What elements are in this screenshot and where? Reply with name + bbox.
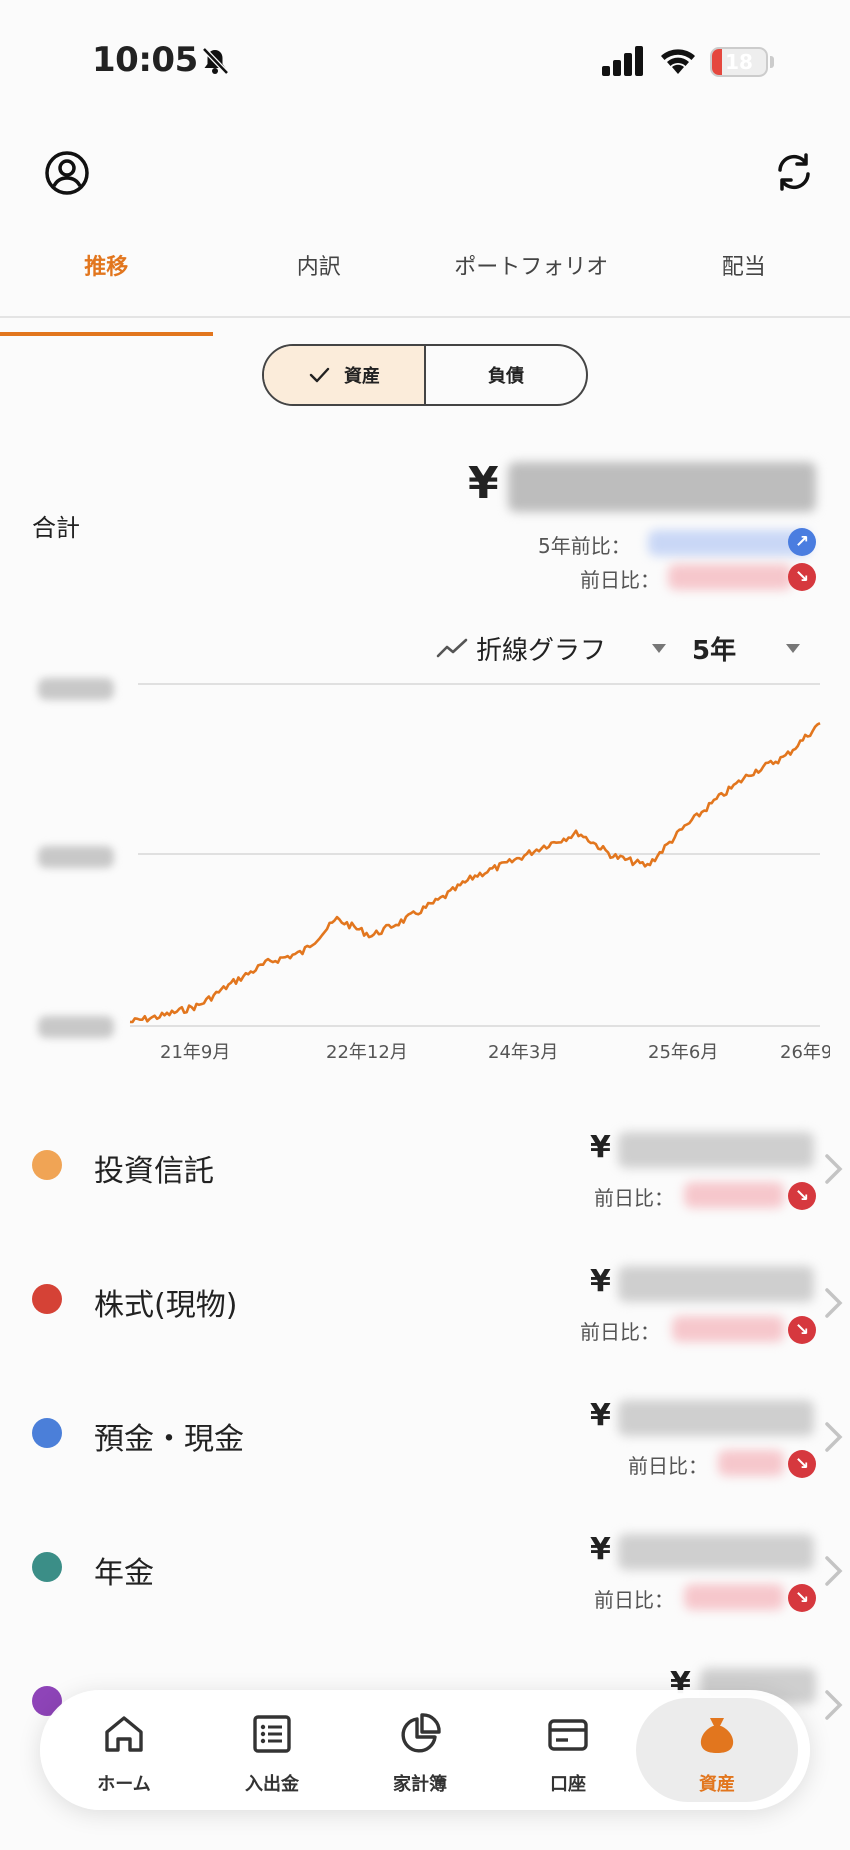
y-axis-bottom-label-hidden (38, 1016, 114, 1038)
battery-level-text: 18 (725, 50, 753, 74)
nav-accounts[interactable]: 口座 (494, 1690, 642, 1810)
range-dropdown[interactable]: 5年 (692, 630, 736, 667)
x-tick-label: 24年3月 (488, 1042, 558, 1063)
category-day-compare-label: 前日比： (580, 1320, 660, 1344)
card-icon (548, 1719, 588, 1751)
status-bar: 10:05 18 (0, 0, 850, 120)
signal-icon (602, 46, 643, 76)
chevron-right-icon (825, 1690, 843, 1720)
arrow-down-right-icon: ↘ (788, 1316, 816, 1344)
category-row-investment-trust[interactable]: 投資信託 ¥ 前日比： ↘ (0, 1110, 850, 1230)
chevron-right-icon (825, 1154, 843, 1184)
wifi-icon (661, 49, 695, 74)
nav-home-label: ホーム (97, 1774, 151, 1795)
check-icon (309, 367, 330, 383)
category-color-dot (32, 1150, 62, 1180)
status-time: 10:05 (92, 40, 198, 80)
list-icon (253, 1715, 291, 1753)
line-chart-icon (436, 638, 468, 658)
category-color-dot (32, 1284, 62, 1314)
battery-nub (770, 56, 774, 68)
nav-transactions-label: 入出金 (245, 1774, 299, 1795)
nav-home[interactable]: ホーム (50, 1690, 198, 1810)
category-amount-hidden (618, 1400, 814, 1436)
category-day-compare-hidden (672, 1316, 784, 1342)
category-row-deposits-cash[interactable]: 預金・現金 ¥ 前日比： ↘ (0, 1378, 850, 1498)
x-tick-label: 25年6月 (648, 1042, 718, 1063)
category-day-compare-hidden (684, 1182, 784, 1208)
battery-indicator: 18 (710, 47, 768, 77)
arrow-down-right-icon: ↘ (788, 1450, 816, 1478)
x-tick-label: 22年12月 (326, 1042, 408, 1063)
category-currency: ¥ (590, 1130, 611, 1165)
x-tick-label: 21年9月 (160, 1042, 230, 1063)
category-currency: ¥ (590, 1398, 611, 1433)
x-tick-label: 26年9月 (780, 1042, 830, 1063)
refresh-icon[interactable] (772, 150, 816, 194)
category-color-dot (32, 1552, 62, 1582)
category-day-compare-hidden (718, 1450, 784, 1476)
category-row-stocks[interactable]: 株式(現物) ¥ 前日比： ↘ (0, 1244, 850, 1364)
pie-chart-icon (401, 1713, 441, 1753)
category-amount-hidden (618, 1266, 814, 1302)
tab-bar: 推移 内訳 ポートフォリオ 配当 (0, 240, 850, 336)
bell-muted-icon (202, 47, 229, 75)
arrow-down-right-icon: ↘ (788, 1584, 816, 1612)
chart-type-dropdown[interactable]: 折線グラフ (476, 630, 606, 667)
nav-assets[interactable]: 資産 (636, 1698, 798, 1802)
category-name: 株式(現物) (94, 1288, 238, 1323)
home-icon (105, 1716, 143, 1752)
category-color-dot (32, 1418, 62, 1448)
category-name: 投資信託 (94, 1154, 214, 1189)
bottom-navigation: ホーム 入出金 家計簿 口座 資産 (40, 1690, 810, 1810)
nav-accounts-label: 口座 (550, 1774, 586, 1795)
asset-trend-line (129, 722, 821, 1024)
chevron-right-icon (825, 1422, 843, 1452)
range-caret-icon[interactable] (786, 644, 800, 653)
category-name: 預金・現金 (94, 1422, 244, 1457)
arrow-down-right-icon: ↘ (788, 1182, 816, 1210)
category-amount-hidden (618, 1132, 814, 1168)
category-day-compare-label: 前日比： (594, 1588, 674, 1612)
category-name: 年金 (94, 1556, 154, 1591)
category-row-pension[interactable]: 年金 ¥ 前日比： ↘ (0, 1512, 850, 1632)
day-compare-label: 前日比： (580, 568, 660, 592)
asset-trend-chart: 21年9月 22年12月 24年3月 25年6月 26年9月 (38, 678, 830, 1063)
tab-portfolio[interactable]: ポートフォリオ (425, 240, 638, 316)
total-currency: ¥ (468, 458, 499, 509)
segment-assets[interactable]: 資産 (264, 346, 426, 404)
nav-transactions[interactable]: 入出金 (198, 1690, 346, 1810)
tab-breakdown[interactable]: 内訳 (213, 240, 426, 316)
five-year-compare-value-hidden (648, 530, 810, 556)
asset-liability-toggle: 資産 負債 (262, 344, 588, 406)
segment-liabilities-label: 負債 (488, 366, 524, 387)
y-axis-mid-label-hidden (38, 846, 114, 868)
tab-dividend[interactable]: 配当 (638, 240, 850, 316)
chevron-right-icon (825, 1288, 843, 1318)
five-year-compare-label: 5年前比： (538, 534, 631, 558)
segment-assets-label: 資産 (344, 366, 380, 387)
money-bag-icon (700, 1718, 734, 1753)
tab-trend[interactable]: 推移 (0, 240, 213, 336)
category-day-compare-hidden (684, 1584, 784, 1610)
category-currency: ¥ (590, 1532, 611, 1567)
y-axis-top-label-hidden (38, 678, 114, 700)
nav-household-label: 家計簿 (393, 1774, 447, 1795)
nav-assets-label: 資産 (699, 1774, 735, 1795)
profile-icon[interactable] (44, 150, 90, 196)
total-label: 合計 (32, 514, 80, 542)
category-day-compare-label: 前日比： (594, 1186, 674, 1210)
segment-liabilities[interactable]: 負債 (426, 346, 586, 404)
category-currency: ¥ (590, 1264, 611, 1299)
nav-household[interactable]: 家計簿 (346, 1690, 494, 1810)
category-amount-hidden (618, 1534, 814, 1570)
total-amount-hidden (508, 462, 816, 512)
arrow-up-right-icon: ↗ (788, 528, 816, 556)
chevron-right-icon (825, 1556, 843, 1586)
arrow-down-right-icon: ↘ (788, 563, 816, 591)
chart-type-caret-icon[interactable] (652, 644, 666, 653)
category-day-compare-label: 前日比： (628, 1454, 708, 1478)
day-compare-value-hidden (668, 564, 792, 590)
